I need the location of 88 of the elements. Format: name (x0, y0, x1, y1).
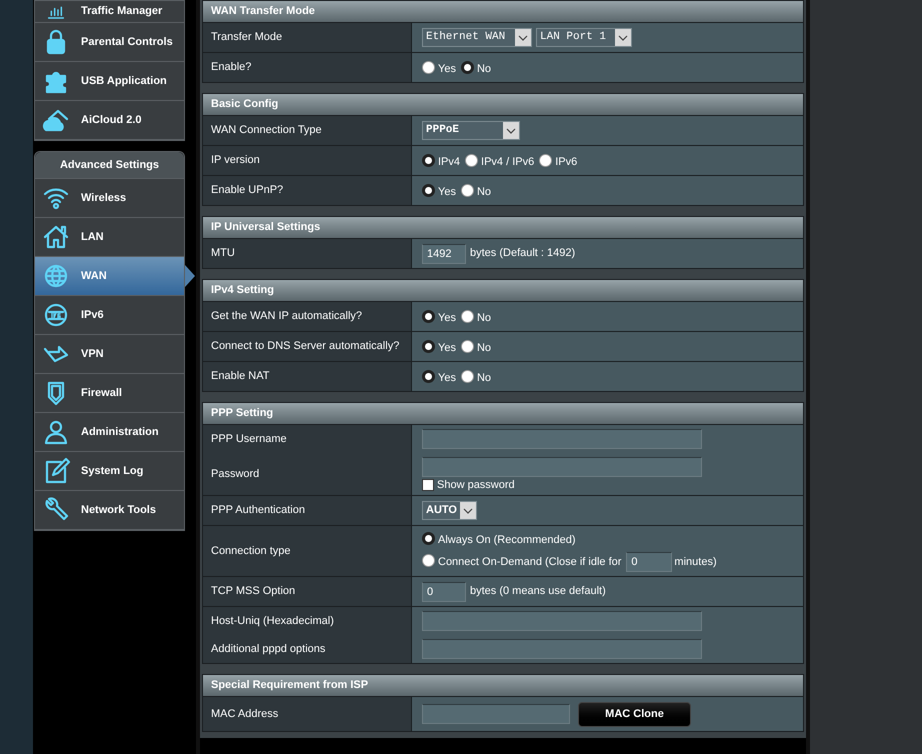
option-label: No (476, 62, 492, 77)
radio-button[interactable] (460, 370, 474, 382)
radio-button[interactable] (465, 154, 478, 166)
unit-label: bytes (Default : 1492) (470, 246, 576, 262)
option-label: Yes (438, 370, 456, 386)
field-label: PPP Username (211, 432, 288, 447)
chevron-down-icon (462, 508, 473, 514)
chevron-down-icon (518, 34, 528, 40)
sidebar-item[interactable]: IPv6 (35, 296, 184, 335)
input-field[interactable]: 0 (422, 582, 466, 602)
dropdown[interactable]: LAN Port 1 (536, 28, 632, 47)
input-field[interactable] (422, 457, 702, 477)
dropdown[interactable]: Ethernet WAN (422, 28, 532, 47)
sidebar-item[interactable]: Firewall (35, 374, 184, 413)
checkbox[interactable] (422, 479, 434, 491)
field-label: Enable UPnP? (211, 183, 284, 198)
chevron-down-icon (506, 128, 516, 134)
field-label: Connect to DNS Server automatically? (211, 339, 400, 354)
sidebar-item[interactable]: VPN (35, 335, 184, 374)
field-label: Enable NAT (211, 369, 270, 384)
sidebar-item[interactable]: Parental Controls (35, 23, 184, 62)
section-title: Advanced Settings (35, 152, 184, 179)
input-field[interactable] (422, 704, 570, 724)
mac-clone-button[interactable]: MAC Clone (578, 702, 691, 726)
option-label: IPv4 (438, 154, 460, 170)
radio-button[interactable] (460, 340, 474, 352)
dropdown[interactable]: AUTO (422, 501, 477, 520)
section-header: Basic Config (203, 94, 803, 116)
option-label: Yes (438, 184, 456, 200)
option-label: Connect On-Demand (Close if idle for (438, 554, 622, 570)
field-label: Additional pppd options (211, 642, 326, 657)
radio-button[interactable] (422, 340, 435, 352)
chevron-down-icon (618, 34, 628, 40)
field-label: Get the WAN IP automatically? (211, 309, 364, 324)
radio-button[interactable] (422, 154, 435, 166)
sidebar-item[interactable]: Network Tools (35, 491, 184, 530)
option-label: No (476, 370, 492, 386)
sidebar-item[interactable]: LAN (35, 218, 184, 257)
option-label: No (476, 310, 492, 326)
radio-button[interactable] (422, 60, 435, 74)
sidebar-item[interactable]: USB Application (35, 62, 184, 101)
field-label: MAC Address (211, 706, 280, 722)
option-label: Yes (438, 62, 456, 77)
dropdown[interactable]: PPPoE (422, 121, 520, 140)
sidebar-item[interactable]: Wireless (35, 179, 184, 218)
option-label: No (476, 340, 492, 356)
radio-button[interactable] (539, 154, 552, 166)
field-label: Host-Uniq (Hexadecimal) (211, 614, 335, 629)
input-field[interactable]: 1492 (422, 244, 466, 264)
section-header: Special Requirement from ISP (203, 675, 803, 697)
sidebar-item[interactable]: System Log (35, 452, 184, 491)
option-label: No (476, 184, 492, 200)
unit-label: bytes (0 means use default) (470, 584, 606, 600)
unit-label: minutes) (674, 554, 717, 570)
field-label: TCP MSS Option (211, 584, 296, 600)
field-label: Connection type (211, 544, 292, 559)
checkbox-label: Show password (437, 478, 515, 493)
field-label: Transfer Mode (211, 30, 284, 46)
radio-button[interactable] (422, 310, 435, 322)
input-field[interactable] (422, 639, 702, 659)
field-label: IP version (211, 153, 261, 168)
section-header: IPv4 Setting (203, 280, 803, 302)
field-label: MTU (211, 246, 236, 262)
radio-button[interactable] (460, 60, 474, 74)
option-label: Always On (Recommended) (438, 532, 576, 548)
radio-button[interactable] (422, 554, 435, 566)
radio-button[interactable] (422, 532, 435, 544)
sidebar-item[interactable]: Traffic Manager (35, 1, 184, 23)
field-label: PPP Authentication (211, 503, 306, 518)
field-label: Password (211, 466, 260, 482)
section-header: WAN Transfer Mode (203, 1, 803, 23)
radio-button[interactable] (422, 184, 435, 196)
option-label: Yes (438, 340, 456, 356)
field-label: Enable? (211, 60, 252, 76)
section-header: IP Universal Settings (203, 217, 803, 239)
input-field[interactable]: 0 (626, 552, 672, 572)
radio-button[interactable] (460, 310, 474, 322)
option-label: Yes (438, 310, 456, 326)
option-label: IPv6 (555, 154, 578, 170)
section-header: PPP Setting (203, 403, 803, 425)
field-label: WAN Connection Type (211, 123, 323, 138)
sidebar-item[interactable]: AiCloud 2.0 (35, 101, 184, 140)
option-label: IPv4 / IPv6 (481, 154, 534, 170)
input-field[interactable] (422, 429, 702, 449)
radio-button[interactable] (460, 184, 474, 196)
radio-button[interactable] (422, 370, 435, 382)
sidebar-item[interactable]: Administration (35, 413, 184, 452)
input-field[interactable] (422, 611, 702, 631)
